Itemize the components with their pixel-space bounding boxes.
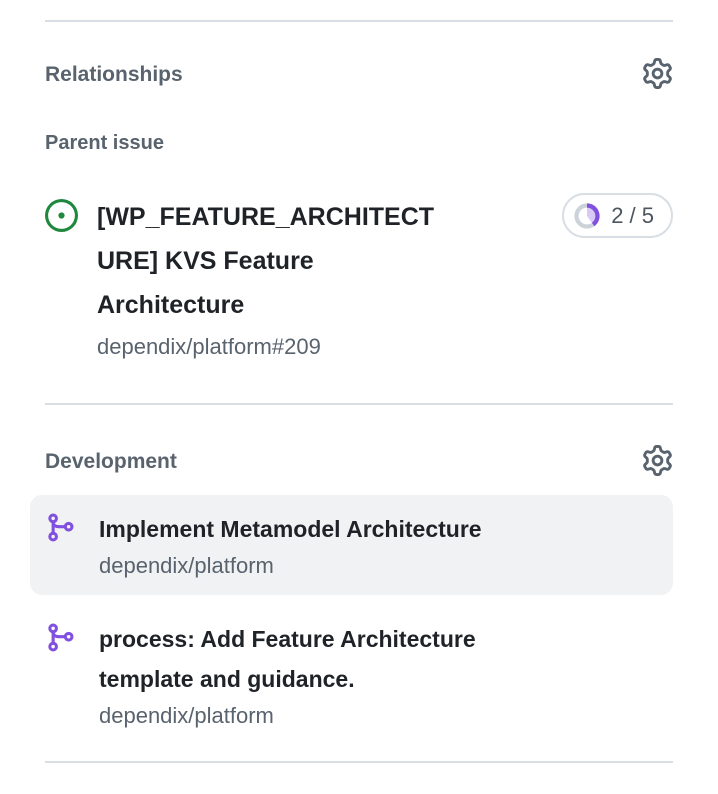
section-divider — [45, 761, 673, 763]
gear-icon — [642, 58, 673, 92]
development-heading: Development — [45, 450, 177, 474]
parent-issue-label: Parent issue — [45, 132, 673, 155]
section-divider — [45, 403, 673, 405]
relationships-section-header: Relationships — [45, 58, 673, 92]
section-divider — [45, 20, 673, 22]
git-branch-icon — [45, 512, 76, 543]
parent-issue-title-link[interactable]: [WP_FEATURE_ARCHITECTURE] KVS Feature Ar… — [97, 195, 449, 327]
development-section-header: Development — [45, 445, 673, 479]
dev-item-repo: dependix/platform — [99, 551, 482, 581]
parent-issue-repo-ref: dependix/platform#209 — [97, 335, 449, 359]
development-linked-item[interactable]: process: Add Feature Architecture templa… — [30, 605, 673, 745]
issue-sidebar: Relationships Parent issue [WP_FEATURE_A… — [0, 20, 718, 763]
issue-open-icon — [45, 199, 78, 232]
relationships-heading: Relationships — [45, 63, 183, 87]
relationships-settings-button[interactable] — [642, 58, 673, 92]
gear-icon — [642, 445, 673, 479]
dev-item-main: process: Add Feature Architecture templa… — [99, 619, 529, 731]
dev-item-repo: dependix/platform — [99, 701, 529, 731]
development-linked-item[interactable]: Implement Metamodel Architecture dependi… — [30, 495, 673, 595]
dev-item-main: Implement Metamodel Architecture dependi… — [99, 509, 482, 581]
parent-issue-row: [WP_FEATURE_ARCHITECTURE] KVS Feature Ar… — [45, 195, 673, 359]
progress-donut-icon — [573, 202, 601, 230]
git-branch-icon — [45, 622, 76, 653]
dev-item-title[interactable]: process: Add Feature Architecture templa… — [99, 619, 529, 699]
progress-count-label: 2 / 5 — [611, 203, 654, 229]
development-settings-button[interactable] — [642, 445, 673, 479]
parent-issue-main: [WP_FEATURE_ARCHITECTURE] KVS Feature Ar… — [97, 195, 449, 359]
subtask-progress-badge: 2 / 5 — [562, 193, 673, 238]
dev-item-title[interactable]: Implement Metamodel Architecture — [99, 509, 482, 549]
